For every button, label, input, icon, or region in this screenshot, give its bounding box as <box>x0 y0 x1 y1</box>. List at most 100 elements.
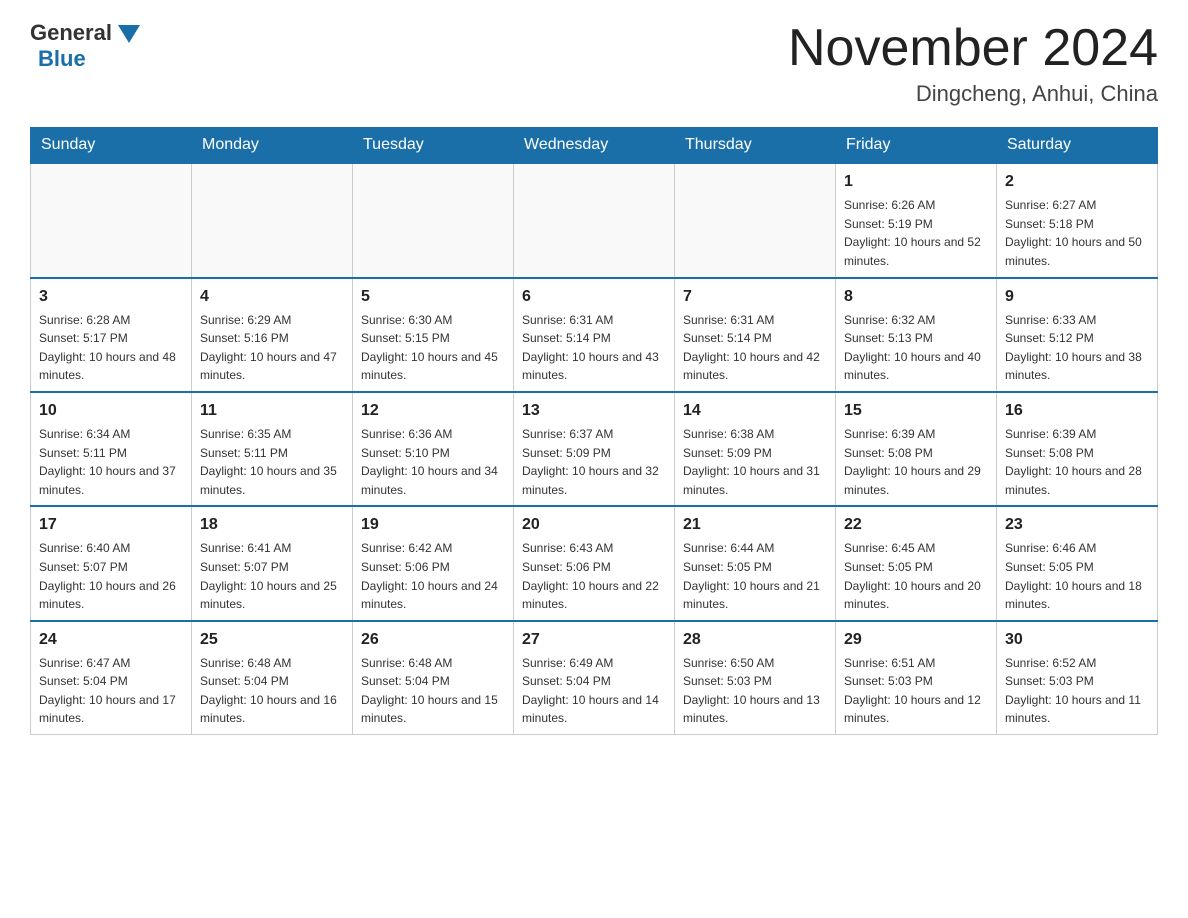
day-info: Sunrise: 6:50 AM Sunset: 5:03 PM Dayligh… <box>683 654 827 728</box>
title-area: November 2024 Dingcheng, Anhui, China <box>788 20 1158 107</box>
day-number: 18 <box>200 513 344 537</box>
day-info: Sunrise: 6:48 AM Sunset: 5:04 PM Dayligh… <box>200 654 344 728</box>
calendar-cell: 16Sunrise: 6:39 AM Sunset: 5:08 PM Dayli… <box>997 392 1158 506</box>
day-number: 10 <box>39 399 183 423</box>
day-info: Sunrise: 6:42 AM Sunset: 5:06 PM Dayligh… <box>361 539 505 613</box>
calendar-cell: 5Sunrise: 6:30 AM Sunset: 5:15 PM Daylig… <box>353 278 514 392</box>
day-number: 2 <box>1005 170 1149 194</box>
day-number: 27 <box>522 628 666 652</box>
calendar-cell: 13Sunrise: 6:37 AM Sunset: 5:09 PM Dayli… <box>514 392 675 506</box>
day-number: 12 <box>361 399 505 423</box>
day-info: Sunrise: 6:44 AM Sunset: 5:05 PM Dayligh… <box>683 539 827 613</box>
day-number: 24 <box>39 628 183 652</box>
day-info: Sunrise: 6:32 AM Sunset: 5:13 PM Dayligh… <box>844 311 988 385</box>
day-info: Sunrise: 6:33 AM Sunset: 5:12 PM Dayligh… <box>1005 311 1149 385</box>
calendar-cell: 26Sunrise: 6:48 AM Sunset: 5:04 PM Dayli… <box>353 621 514 735</box>
day-number: 17 <box>39 513 183 537</box>
day-number: 3 <box>39 285 183 309</box>
week-row-4: 17Sunrise: 6:40 AM Sunset: 5:07 PM Dayli… <box>31 506 1158 620</box>
day-number: 16 <box>1005 399 1149 423</box>
weekday-header-friday: Friday <box>836 128 997 164</box>
day-info: Sunrise: 6:43 AM Sunset: 5:06 PM Dayligh… <box>522 539 666 613</box>
day-info: Sunrise: 6:30 AM Sunset: 5:15 PM Dayligh… <box>361 311 505 385</box>
week-row-2: 3Sunrise: 6:28 AM Sunset: 5:17 PM Daylig… <box>31 278 1158 392</box>
day-number: 6 <box>522 285 666 309</box>
day-number: 19 <box>361 513 505 537</box>
week-row-3: 10Sunrise: 6:34 AM Sunset: 5:11 PM Dayli… <box>31 392 1158 506</box>
calendar-cell: 27Sunrise: 6:49 AM Sunset: 5:04 PM Dayli… <box>514 621 675 735</box>
day-number: 20 <box>522 513 666 537</box>
day-info: Sunrise: 6:35 AM Sunset: 5:11 PM Dayligh… <box>200 425 344 499</box>
day-number: 23 <box>1005 513 1149 537</box>
calendar-cell: 9Sunrise: 6:33 AM Sunset: 5:12 PM Daylig… <box>997 278 1158 392</box>
logo-general-text: General <box>30 20 140 46</box>
day-info: Sunrise: 6:49 AM Sunset: 5:04 PM Dayligh… <box>522 654 666 728</box>
calendar-cell <box>353 163 514 277</box>
day-info: Sunrise: 6:31 AM Sunset: 5:14 PM Dayligh… <box>522 311 666 385</box>
calendar-cell: 14Sunrise: 6:38 AM Sunset: 5:09 PM Dayli… <box>675 392 836 506</box>
day-info: Sunrise: 6:46 AM Sunset: 5:05 PM Dayligh… <box>1005 539 1149 613</box>
day-number: 14 <box>683 399 827 423</box>
calendar-cell: 6Sunrise: 6:31 AM Sunset: 5:14 PM Daylig… <box>514 278 675 392</box>
calendar-cell: 23Sunrise: 6:46 AM Sunset: 5:05 PM Dayli… <box>997 506 1158 620</box>
calendar-cell: 29Sunrise: 6:51 AM Sunset: 5:03 PM Dayli… <box>836 621 997 735</box>
calendar-cell: 18Sunrise: 6:41 AM Sunset: 5:07 PM Dayli… <box>192 506 353 620</box>
day-info: Sunrise: 6:28 AM Sunset: 5:17 PM Dayligh… <box>39 311 183 385</box>
day-info: Sunrise: 6:52 AM Sunset: 5:03 PM Dayligh… <box>1005 654 1149 728</box>
day-info: Sunrise: 6:36 AM Sunset: 5:10 PM Dayligh… <box>361 425 505 499</box>
day-info: Sunrise: 6:27 AM Sunset: 5:18 PM Dayligh… <box>1005 196 1149 270</box>
day-info: Sunrise: 6:47 AM Sunset: 5:04 PM Dayligh… <box>39 654 183 728</box>
weekday-header-wednesday: Wednesday <box>514 128 675 164</box>
calendar-cell: 10Sunrise: 6:34 AM Sunset: 5:11 PM Dayli… <box>31 392 192 506</box>
day-info: Sunrise: 6:29 AM Sunset: 5:16 PM Dayligh… <box>200 311 344 385</box>
calendar-cell: 19Sunrise: 6:42 AM Sunset: 5:06 PM Dayli… <box>353 506 514 620</box>
calendar-cell: 15Sunrise: 6:39 AM Sunset: 5:08 PM Dayli… <box>836 392 997 506</box>
day-number: 26 <box>361 628 505 652</box>
calendar-cell <box>675 163 836 277</box>
calendar-cell: 3Sunrise: 6:28 AM Sunset: 5:17 PM Daylig… <box>31 278 192 392</box>
day-number: 13 <box>522 399 666 423</box>
day-info: Sunrise: 6:39 AM Sunset: 5:08 PM Dayligh… <box>1005 425 1149 499</box>
calendar-table: SundayMondayTuesdayWednesdayThursdayFrid… <box>30 127 1158 735</box>
calendar-cell: 2Sunrise: 6:27 AM Sunset: 5:18 PM Daylig… <box>997 163 1158 277</box>
weekday-header-saturday: Saturday <box>997 128 1158 164</box>
day-info: Sunrise: 6:39 AM Sunset: 5:08 PM Dayligh… <box>844 425 988 499</box>
day-number: 9 <box>1005 285 1149 309</box>
day-number: 29 <box>844 628 988 652</box>
calendar-cell: 21Sunrise: 6:44 AM Sunset: 5:05 PM Dayli… <box>675 506 836 620</box>
day-info: Sunrise: 6:31 AM Sunset: 5:14 PM Dayligh… <box>683 311 827 385</box>
weekday-header-sunday: Sunday <box>31 128 192 164</box>
header: General Blue November 2024 Dingcheng, An… <box>30 20 1158 107</box>
calendar-cell: 20Sunrise: 6:43 AM Sunset: 5:06 PM Dayli… <box>514 506 675 620</box>
day-number: 4 <box>200 285 344 309</box>
day-info: Sunrise: 6:34 AM Sunset: 5:11 PM Dayligh… <box>39 425 183 499</box>
day-number: 28 <box>683 628 827 652</box>
day-number: 25 <box>200 628 344 652</box>
day-info: Sunrise: 6:38 AM Sunset: 5:09 PM Dayligh… <box>683 425 827 499</box>
logo-blue-text: Blue <box>38 46 86 71</box>
calendar-cell: 12Sunrise: 6:36 AM Sunset: 5:10 PM Dayli… <box>353 392 514 506</box>
weekday-header-monday: Monday <box>192 128 353 164</box>
day-number: 5 <box>361 285 505 309</box>
day-info: Sunrise: 6:51 AM Sunset: 5:03 PM Dayligh… <box>844 654 988 728</box>
week-row-1: 1Sunrise: 6:26 AM Sunset: 5:19 PM Daylig… <box>31 163 1158 277</box>
calendar-cell: 7Sunrise: 6:31 AM Sunset: 5:14 PM Daylig… <box>675 278 836 392</box>
day-number: 1 <box>844 170 988 194</box>
calendar-cell: 24Sunrise: 6:47 AM Sunset: 5:04 PM Dayli… <box>31 621 192 735</box>
day-info: Sunrise: 6:37 AM Sunset: 5:09 PM Dayligh… <box>522 425 666 499</box>
calendar-cell <box>192 163 353 277</box>
weekday-header-thursday: Thursday <box>675 128 836 164</box>
calendar-cell: 28Sunrise: 6:50 AM Sunset: 5:03 PM Dayli… <box>675 621 836 735</box>
weekday-header-row: SundayMondayTuesdayWednesdayThursdayFrid… <box>31 128 1158 164</box>
day-info: Sunrise: 6:45 AM Sunset: 5:05 PM Dayligh… <box>844 539 988 613</box>
calendar-cell: 30Sunrise: 6:52 AM Sunset: 5:03 PM Dayli… <box>997 621 1158 735</box>
calendar-cell: 17Sunrise: 6:40 AM Sunset: 5:07 PM Dayli… <box>31 506 192 620</box>
week-row-5: 24Sunrise: 6:47 AM Sunset: 5:04 PM Dayli… <box>31 621 1158 735</box>
day-number: 15 <box>844 399 988 423</box>
calendar-cell: 1Sunrise: 6:26 AM Sunset: 5:19 PM Daylig… <box>836 163 997 277</box>
day-number: 7 <box>683 285 827 309</box>
weekday-header-tuesday: Tuesday <box>353 128 514 164</box>
day-number: 8 <box>844 285 988 309</box>
month-title: November 2024 <box>788 20 1158 77</box>
calendar-cell <box>31 163 192 277</box>
